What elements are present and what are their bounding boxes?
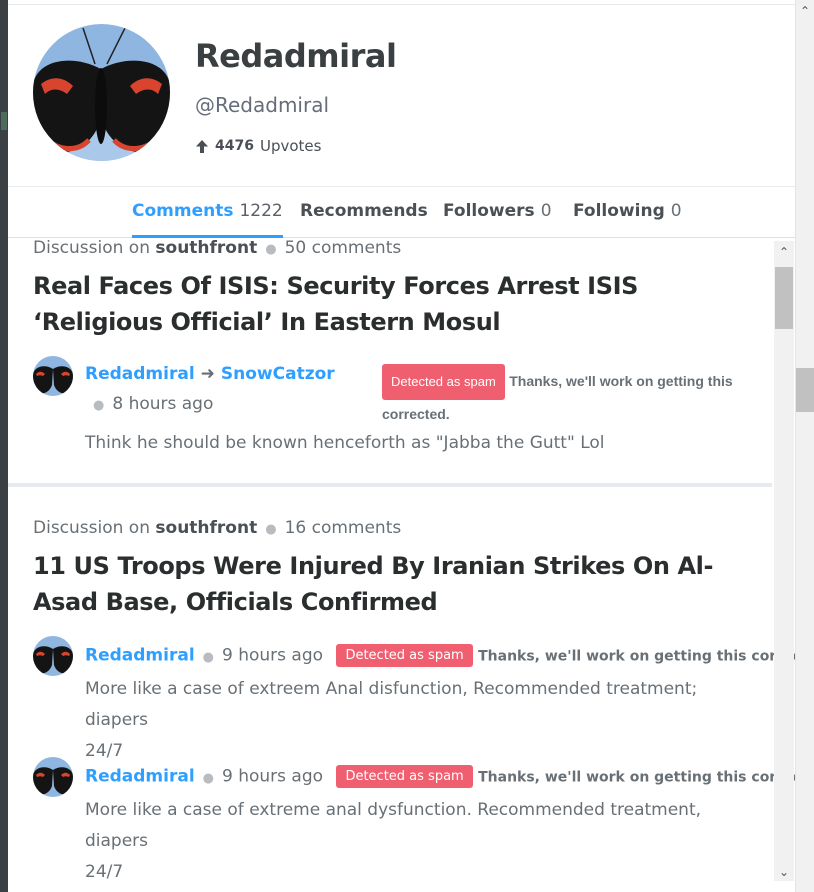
comment-time-row: ● 8 hours ago	[85, 394, 213, 414]
avatar[interactable]	[33, 356, 73, 396]
discussion-comments-count[interactable]: 50 comments	[285, 238, 402, 258]
scroll-up-icon[interactable]: ⌃	[799, 4, 811, 18]
discussion-title[interactable]: Real Faces Of ISIS: Security Forces Arre…	[33, 268, 753, 340]
comment-timestamp[interactable]: 9 hours ago	[222, 646, 323, 666]
comment-timestamp[interactable]: 8 hours ago	[112, 394, 213, 414]
upvotes-summary: 4476 Upvotes	[195, 137, 321, 155]
discussion-title[interactable]: 11 US Troops Were Injured By Iranian Str…	[33, 548, 753, 620]
comment-meta: Redadmiral ➜ SnowCatzor	[85, 364, 335, 384]
scroll-down-icon[interactable]: ⌄	[774, 865, 794, 879]
comment-item: Redadmiral ➜ SnowCatzor Detected as spam T…	[33, 356, 753, 466]
discussion-prefix: Discussion on	[33, 238, 150, 258]
tab-label: Followers	[443, 201, 535, 221]
tab-comments[interactable]: Comments 1222	[132, 201, 283, 238]
spam-message: Thanks, we'll work on getting this corre…	[478, 769, 795, 786]
page-scrollbar-thumb[interactable]	[796, 368, 814, 412]
tab-recommends[interactable]: Recommends	[300, 201, 428, 238]
comment-author-link[interactable]: Redadmiral	[85, 364, 195, 384]
feed-scrollbar-thumb[interactable]	[775, 267, 793, 329]
discussion-line: Discussion on southfront ● 16 comments	[33, 518, 401, 538]
tab-label: Following	[573, 201, 665, 221]
separator-dot: ●	[265, 522, 277, 537]
comment-card: Discussion on southfront ● 16 comments 11 …	[8, 518, 795, 892]
spam-badge: Detected as spam	[336, 765, 473, 788]
reply-to-link[interactable]: SnowCatzor	[221, 364, 335, 384]
comments-feed: Discussion on southfront ● 50 comments Rea…	[8, 238, 795, 892]
separator-dot: ●	[202, 649, 214, 665]
spam-message: Thanks, we'll work on getting this corre…	[478, 648, 795, 665]
spam-badge: Detected as spam	[336, 644, 473, 667]
reply-arrow-icon: ➜	[200, 364, 215, 384]
tab-count: 1222	[239, 201, 283, 221]
discussion-site-link[interactable]: southfront	[155, 518, 257, 538]
feed-scrollbar[interactable]: ⌃ ⌄	[774, 241, 794, 881]
comment-meta: Redadmiral ● 9 hours ago Detected as spam …	[85, 765, 795, 788]
tab-followers[interactable]: Followers 0	[443, 201, 552, 238]
discussion-comments-count[interactable]: 16 comments	[285, 518, 402, 538]
tab-count: 0	[670, 201, 682, 221]
spam-badge: Detected as spam	[382, 364, 505, 400]
discussion-site-link[interactable]: southfront	[155, 238, 257, 258]
avatar[interactable]	[33, 24, 170, 161]
page-scrollbar[interactable]: ⌃	[795, 0, 814, 892]
tab-count: 0	[540, 201, 552, 221]
comment-timestamp[interactable]: 9 hours ago	[222, 767, 323, 787]
comment-body: Think he should be known henceforth as "…	[85, 433, 605, 453]
profile-handle: @Redadmiral	[195, 93, 330, 117]
comment-author-link[interactable]: Redadmiral	[85, 767, 195, 787]
spam-notice: Detected as spam Thanks, we'll work on g…	[382, 364, 752, 429]
avatar[interactable]	[33, 757, 73, 797]
avatar[interactable]	[33, 636, 73, 676]
upvote-count: 4476	[215, 138, 254, 154]
comment-item: Redadmiral ● 9 hours ago Detected as spam …	[33, 636, 795, 761]
card-divider	[8, 483, 772, 487]
comment-author-link[interactable]: Redadmiral	[85, 646, 195, 666]
comment-body-line: 24/7	[85, 862, 124, 882]
discussion-line: Discussion on southfront ● 50 comments	[33, 238, 401, 258]
separator-dot: ●	[93, 398, 105, 413]
profile-tabs: Comments 1222 Recommends Followers 0 Follo…	[8, 187, 795, 238]
comment-body: More like a case of extreem Anal disfunc…	[85, 674, 753, 767]
comment-meta: Redadmiral ● 9 hours ago Detected as spam …	[85, 644, 795, 667]
edge-mark	[1, 112, 7, 130]
tab-following[interactable]: Following 0	[573, 201, 682, 238]
discussion-prefix: Discussion on	[33, 518, 150, 538]
comment-body: More like a case of extreme anal dysfunc…	[85, 795, 753, 888]
profile-frame: Redadmiral @Redadmiral 4476 Upvotes Comm…	[8, 4, 795, 892]
comment-body-line: More like a case of extreme anal dysfunc…	[85, 800, 702, 851]
comment-card: Discussion on southfront ● 50 comments Rea…	[8, 238, 772, 488]
profile-header: Redadmiral @Redadmiral 4476 Upvotes	[8, 5, 795, 187]
tab-label: Comments	[132, 201, 234, 221]
scroll-up-icon[interactable]: ⌃	[774, 245, 794, 259]
upvote-label: Upvotes	[259, 137, 322, 155]
left-window-edge	[0, 0, 8, 892]
separator-dot: ●	[265, 242, 277, 257]
upvote-arrow-icon	[196, 139, 208, 153]
separator-dot: ●	[202, 770, 214, 786]
profile-username: Redadmiral	[195, 37, 397, 75]
tab-label: Recommends	[300, 201, 428, 221]
comment-body-line: More like a case of extreem Anal disfunc…	[85, 679, 698, 730]
comment-item: Redadmiral ● 9 hours ago Detected as spam …	[33, 757, 795, 882]
